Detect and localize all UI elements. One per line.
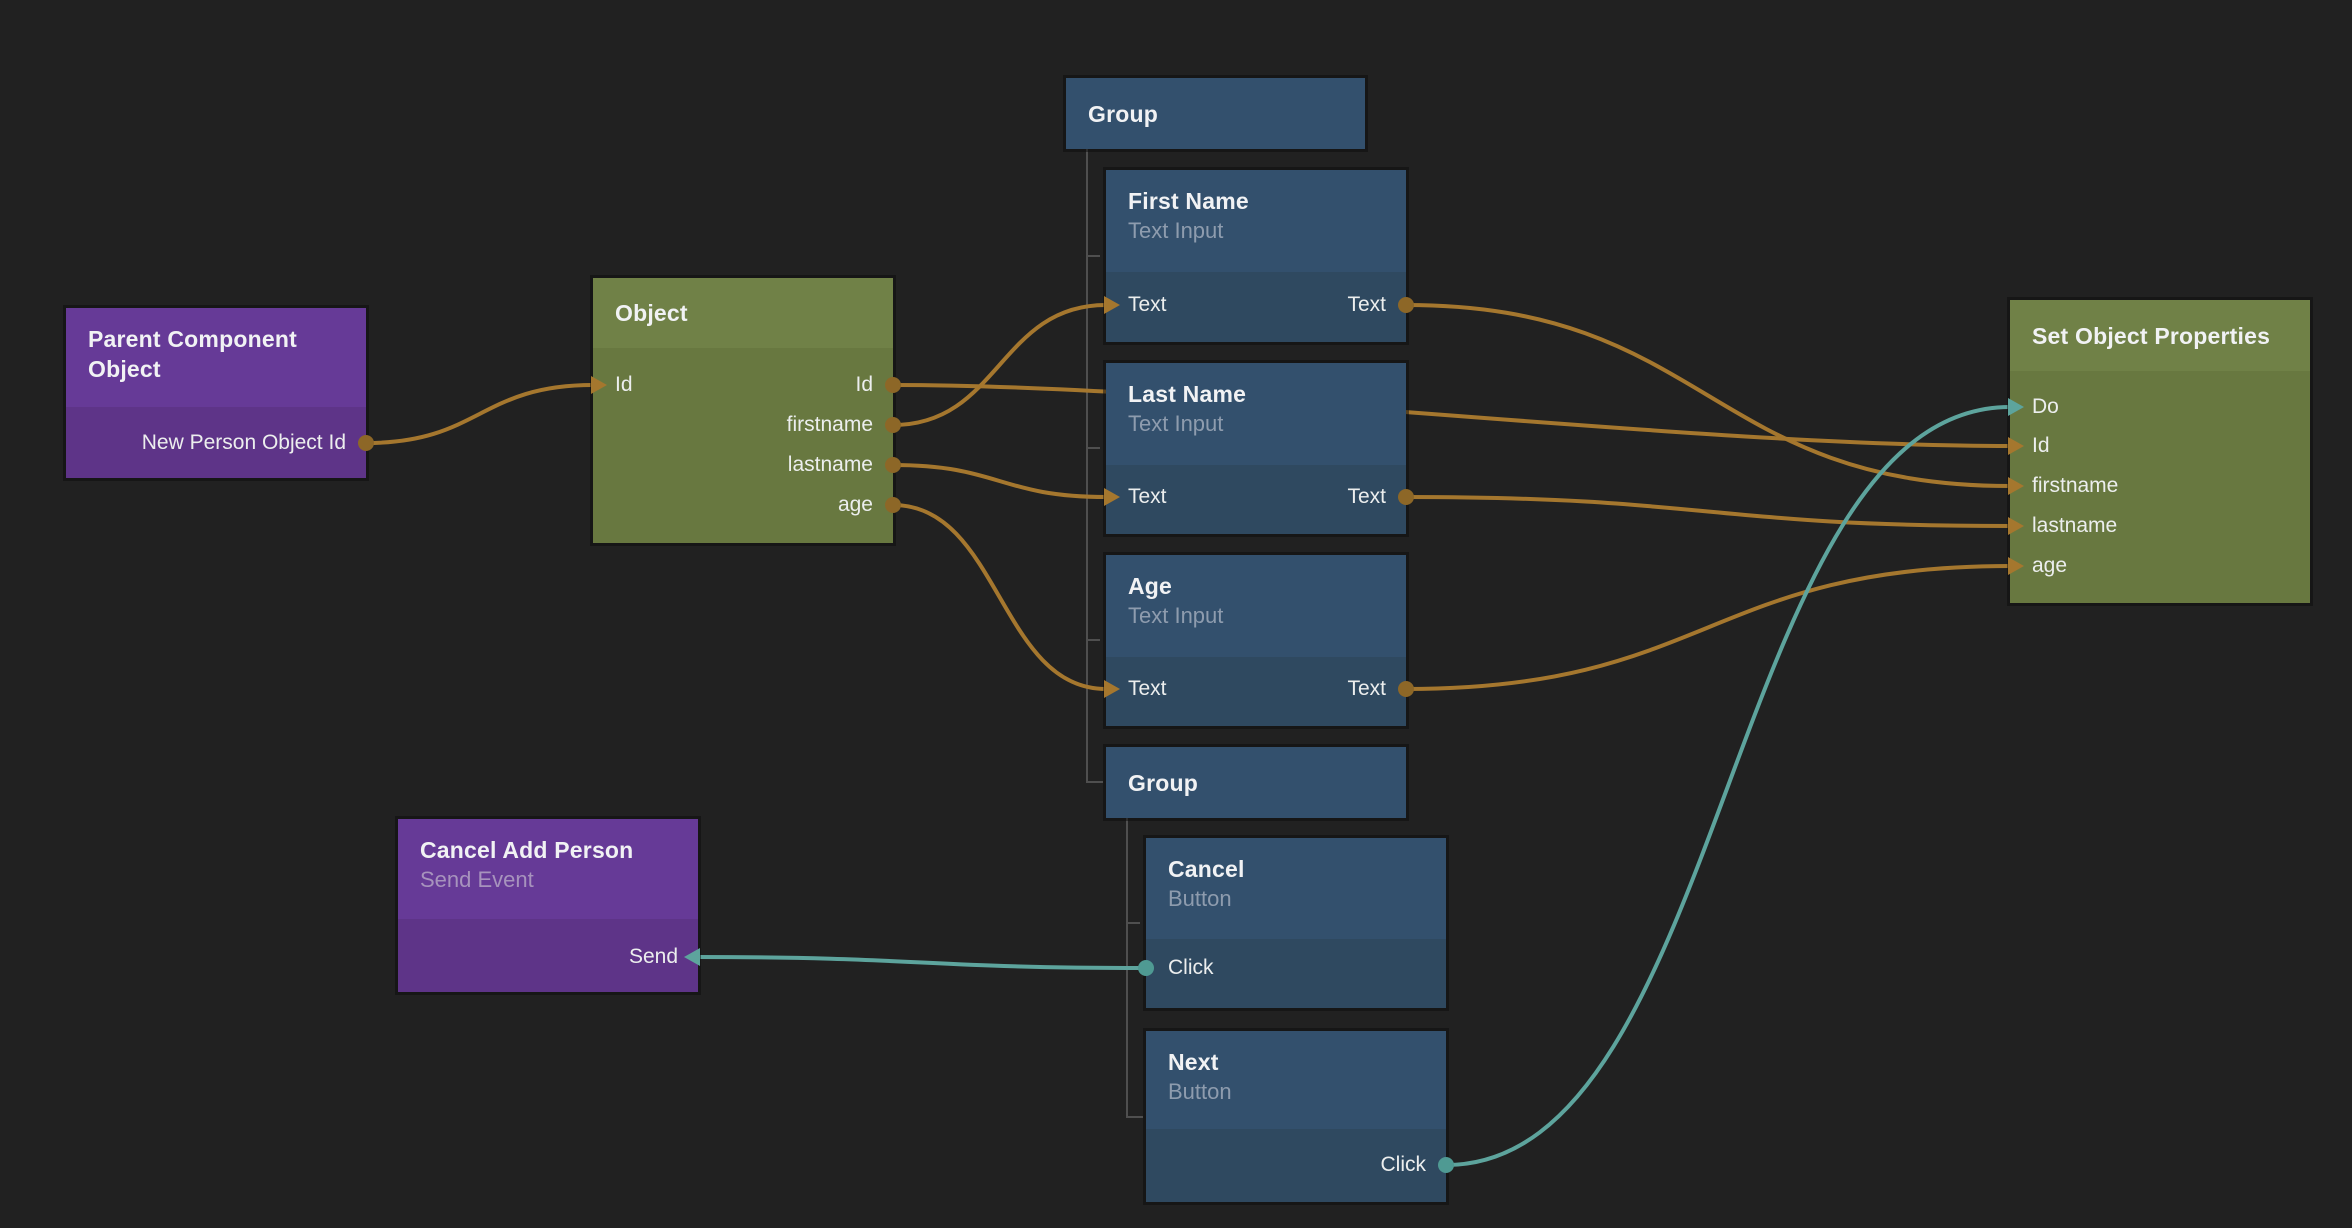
text-out-output-port-icon[interactable]	[1398, 297, 1414, 313]
node-group-1[interactable]: Group	[1066, 78, 1365, 149]
node-subtitle: Button	[1168, 1077, 1426, 1106]
node-header: First NameText Input	[1106, 170, 1406, 272]
port-label-set-object-properties-firstname: firstname	[2032, 474, 2118, 498]
node-header: Last NameText Input	[1106, 363, 1406, 465]
node-title: Parent Component Object	[88, 324, 346, 384]
port-label-object-id-in: Id	[615, 373, 633, 397]
node-parent-component-object[interactable]: Parent Component Object New Person Object…	[66, 308, 366, 478]
wire-first-name-text-out--set-object-properties-firstname[interactable]	[1406, 305, 2010, 486]
lastname-output-port-icon[interactable]	[885, 457, 901, 473]
node-next-button[interactable]: NextButton Click	[1146, 1031, 1446, 1202]
node-title: Last Name	[1128, 379, 1386, 409]
port-label-cancel-add-person-send: Send	[629, 945, 678, 969]
id-out-output-port-icon[interactable]	[885, 377, 901, 393]
node-header: AgeText Input	[1106, 555, 1406, 657]
node-age[interactable]: AgeText Input Text Text	[1106, 555, 1406, 726]
click-output-port-icon[interactable]	[1438, 1157, 1454, 1173]
port-label-first-name-text-in: Text	[1128, 293, 1167, 317]
node-title: Age	[1128, 571, 1386, 601]
port-label-last-name-text-out: Text	[1347, 485, 1386, 509]
age-output-port-icon[interactable]	[885, 497, 901, 513]
node-last-name[interactable]: Last NameText Input Text Text	[1106, 363, 1406, 534]
wire-age-text-out--set-object-properties-age[interactable]	[1406, 566, 2010, 689]
id-in-input-port-arrow-icon[interactable]	[591, 376, 607, 394]
text-in-input-port-arrow-icon[interactable]	[1104, 488, 1120, 506]
port-label-set-object-properties-age: age	[2032, 554, 2067, 578]
port-label-first-name-text-out: Text	[1347, 293, 1386, 317]
text-in-input-port-arrow-icon[interactable]	[1104, 296, 1120, 314]
firstname-input-port-arrow-icon[interactable]	[2008, 477, 2024, 495]
lastname-input-port-arrow-icon[interactable]	[2008, 517, 2024, 535]
node-header: NextButton	[1146, 1031, 1446, 1129]
wire-object-lastname--last-name-text-in[interactable]	[893, 465, 1106, 497]
node-header: Object	[593, 278, 893, 348]
click-output-port-icon[interactable]	[1138, 960, 1154, 976]
node-header: Cancel Add PersonSend Event	[398, 819, 698, 919]
wire-next-button-click--set-object-properties-do[interactable]	[1446, 407, 2010, 1165]
node-subtitle: Text Input	[1128, 601, 1386, 630]
wire-object-firstname--first-name-text-in[interactable]	[893, 305, 1106, 425]
node-header: Group	[1066, 78, 1365, 149]
port-label-cancel-button-click: Click	[1168, 956, 1214, 980]
node-subtitle: Send Event	[420, 865, 678, 894]
node-title: Cancel	[1168, 854, 1426, 884]
age-input-port-arrow-icon[interactable]	[2008, 557, 2024, 575]
port-label-set-object-properties-id: Id	[2032, 434, 2050, 458]
node-title: Group	[1128, 768, 1198, 798]
firstname-output-port-icon[interactable]	[885, 417, 901, 433]
node-title: Group	[1088, 99, 1158, 129]
node-set-object-properties[interactable]: Set Object Properties Do Id firstname lastna…	[2010, 300, 2310, 603]
port-label-last-name-text-in: Text	[1128, 485, 1167, 509]
node-header: CancelButton	[1146, 838, 1446, 939]
wire-object-age--age-text-in[interactable]	[893, 505, 1106, 689]
node-subtitle: Text Input	[1128, 409, 1386, 438]
port-label-age-text-in: Text	[1128, 677, 1167, 701]
wire-object-id-out--set-object-properties-id[interactable]	[893, 385, 2010, 446]
node-group-2[interactable]: Group	[1106, 747, 1406, 818]
port-label-object-age: age	[838, 493, 873, 517]
node-first-name[interactable]: First NameText Input Text Text	[1106, 170, 1406, 342]
wire-last-name-text-out--set-object-properties-lastname[interactable]	[1406, 497, 2010, 526]
node-editor-canvas[interactable]: GroupFirst NameText InputTextTextLast Na…	[0, 0, 2352, 1228]
node-subtitle: Button	[1168, 884, 1426, 913]
port-label-parent-component-object-new-person-object-id: New Person Object Id	[142, 431, 346, 455]
node-title: Next	[1168, 1047, 1426, 1077]
do-input-port-arrow-icon[interactable]	[2008, 398, 2024, 416]
new-person-object-id-output-port-icon[interactable]	[358, 435, 374, 451]
node-title: First Name	[1128, 186, 1386, 216]
id-input-port-arrow-icon[interactable]	[2008, 437, 2024, 455]
node-object[interactable]: Object Id Id firstname lastname age	[593, 278, 893, 543]
port-label-set-object-properties-lastname: lastname	[2032, 514, 2117, 538]
node-header: Group	[1106, 747, 1406, 818]
node-subtitle: Text Input	[1128, 216, 1386, 245]
node-title: Object	[615, 298, 688, 328]
node-cancel-button[interactable]: CancelButton Click	[1146, 838, 1446, 1008]
text-out-output-port-icon[interactable]	[1398, 489, 1414, 505]
port-label-age-text-out: Text	[1347, 677, 1386, 701]
text-in-input-port-arrow-icon[interactable]	[1104, 680, 1120, 698]
port-label-object-firstname: firstname	[787, 413, 873, 437]
port-label-object-lastname: lastname	[788, 453, 873, 477]
node-title: Cancel Add Person	[420, 835, 678, 865]
port-label-object-id-out: Id	[855, 373, 873, 397]
port-label-next-button-click: Click	[1381, 1153, 1427, 1177]
wire-parent-component-object-new-person-object-id--object-id-in[interactable]	[366, 385, 593, 443]
node-cancel-add-person[interactable]: Cancel Add PersonSend Event Send	[398, 819, 698, 992]
port-label-set-object-properties-do: Do	[2032, 395, 2059, 419]
node-header: Set Object Properties	[2010, 300, 2310, 371]
send-input-port-arrow-icon[interactable]	[684, 948, 700, 966]
text-out-output-port-icon[interactable]	[1398, 681, 1414, 697]
wire-cancel-button-click--cancel-add-person-send[interactable]	[698, 957, 1146, 968]
node-header: Parent Component Object	[66, 308, 366, 407]
node-title: Set Object Properties	[2032, 321, 2270, 351]
